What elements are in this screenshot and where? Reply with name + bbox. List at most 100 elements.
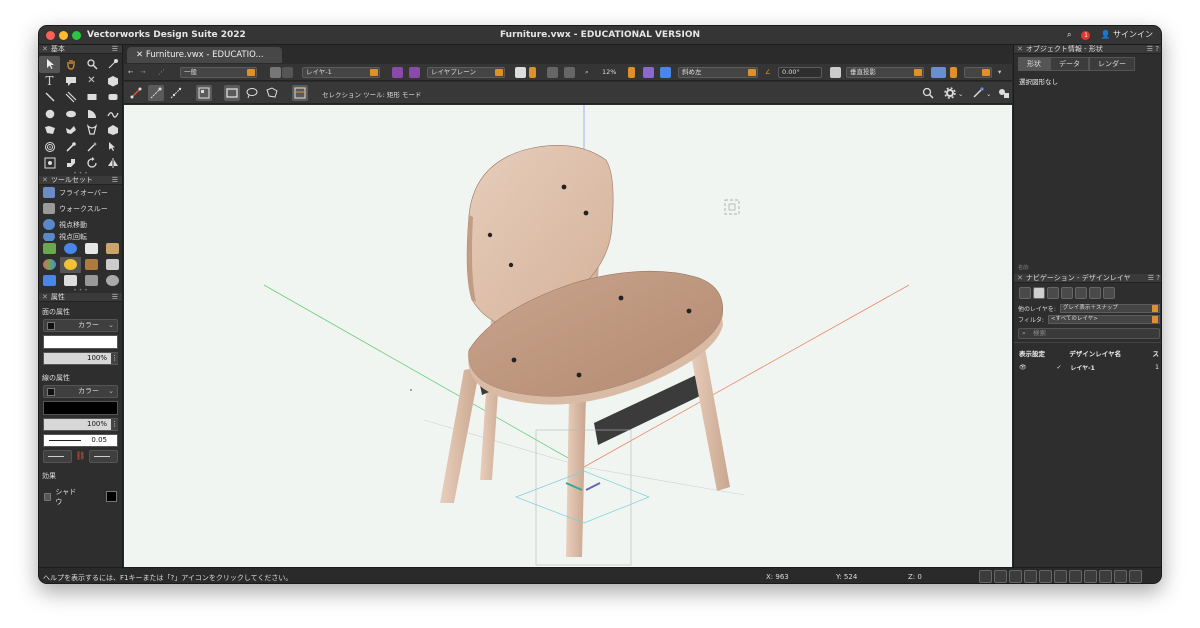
close-icon[interactable]: ✕ bbox=[1017, 45, 1023, 53]
rectangle-marquee-icon[interactable] bbox=[224, 85, 240, 101]
tab-data[interactable]: データ bbox=[1050, 57, 1089, 71]
tab-render[interactable]: レンダー bbox=[1089, 57, 1135, 71]
polygon-tool-icon[interactable] bbox=[39, 122, 60, 139]
close-icon[interactable]: ✕ bbox=[42, 45, 48, 53]
references-view-icon[interactable] bbox=[1089, 287, 1101, 299]
rounded-rectangle-tool-icon[interactable] bbox=[102, 89, 123, 106]
fit-to-page-icon[interactable] bbox=[564, 67, 575, 78]
link-icon[interactable]: ⛓ bbox=[75, 450, 85, 463]
symbols-view-icon[interactable] bbox=[1103, 287, 1115, 299]
palette-menu-icon[interactable]: ☰ bbox=[112, 293, 118, 302]
sheet-layers-view-icon[interactable] bbox=[1047, 287, 1059, 299]
plane-dropdown[interactable]: レイヤプレーン bbox=[427, 67, 505, 78]
working-plane-icon[interactable] bbox=[409, 67, 420, 78]
flyover-item[interactable]: フライオーバー bbox=[39, 185, 122, 201]
class-dropdown[interactable]: 一般 bbox=[180, 67, 257, 78]
snap-working-plane-icon[interactable] bbox=[1069, 570, 1082, 583]
palette-menu-icon[interactable]: ☰ bbox=[112, 45, 118, 54]
projection-dropdown[interactable]: 垂直投影 bbox=[846, 67, 924, 78]
polygon-marquee-icon[interactable] bbox=[264, 85, 280, 101]
snap-tangent-icon[interactable] bbox=[1054, 570, 1067, 583]
close-icon[interactable]: ✕ bbox=[1017, 274, 1023, 282]
mirror-tool-icon[interactable] bbox=[102, 155, 123, 172]
fill-opacity-field[interactable]: 100% bbox=[43, 351, 118, 365]
projection-icon[interactable] bbox=[830, 67, 841, 78]
line-tool-icon[interactable] bbox=[39, 89, 60, 106]
gear-icon[interactable] bbox=[942, 85, 958, 101]
layer-stack-icon[interactable] bbox=[270, 67, 281, 78]
pan-tool-icon[interactable] bbox=[60, 56, 81, 73]
preferences-icon[interactable] bbox=[292, 85, 308, 101]
toolset-tools-icon[interactable] bbox=[39, 273, 60, 289]
drawing-canvas[interactable] bbox=[124, 105, 1012, 567]
oval-tool-icon[interactable] bbox=[60, 106, 81, 123]
notification-icon[interactable]: 1 bbox=[1081, 30, 1091, 40]
polyline-tool-icon[interactable] bbox=[60, 122, 81, 139]
chevron-down-icon[interactable]: ⌄ bbox=[986, 90, 991, 98]
snap-intersection-icon[interactable] bbox=[1024, 570, 1037, 583]
filter-dropdown[interactable]: <すべてのレイヤ> bbox=[1047, 315, 1160, 324]
render-mode-icon[interactable] bbox=[643, 67, 654, 78]
extra-column-header[interactable]: ス bbox=[1153, 348, 1160, 358]
pen-style-dropdown[interactable]: カラー ⌄ bbox=[43, 384, 118, 398]
visibility-icon[interactable] bbox=[931, 67, 946, 78]
freehand-tool-icon[interactable] bbox=[102, 106, 123, 123]
disable-interactive-scaling-icon[interactable] bbox=[128, 85, 144, 101]
zoom-icon[interactable]: ⌕ bbox=[585, 68, 589, 77]
close-icon[interactable]: ✕ bbox=[42, 176, 48, 184]
circle-tool-icon[interactable] bbox=[39, 106, 60, 123]
magic-wand-tool-icon[interactable] bbox=[81, 139, 102, 156]
layer-name-column-header[interactable]: デザインレイヤ名 bbox=[1069, 348, 1152, 358]
pen-color-swatch[interactable] bbox=[43, 400, 118, 415]
eye-icon[interactable]: 👁 bbox=[1019, 364, 1057, 371]
snap-angle-icon[interactable] bbox=[1009, 570, 1022, 583]
end-arrowhead-dropdown[interactable] bbox=[88, 449, 118, 463]
toolset-building-icon[interactable] bbox=[39, 241, 60, 257]
pen-opacity-field[interactable]: 100% bbox=[43, 417, 118, 431]
rotation-field[interactable]: 0.00° bbox=[778, 67, 822, 78]
selection-tool-icon[interactable] bbox=[39, 56, 60, 73]
zoom-menu-icon[interactable] bbox=[628, 67, 635, 78]
toolset-globe-icon[interactable] bbox=[60, 241, 81, 257]
locus-tool-icon[interactable] bbox=[39, 155, 60, 172]
tab-shape[interactable]: 形状 bbox=[1018, 57, 1050, 71]
zoom-level[interactable]: 12% bbox=[602, 68, 616, 76]
dimension-tool-icon[interactable]: ✕ bbox=[81, 73, 102, 90]
search-icon[interactable]: ⌕ bbox=[1067, 30, 1071, 40]
line-weight-field[interactable]: 0.05 bbox=[43, 433, 118, 447]
walkthrough-item[interactable]: ウォークスルー bbox=[39, 201, 122, 217]
flyover-tool-icon[interactable] bbox=[102, 56, 123, 73]
layer-plane-icon[interactable] bbox=[392, 67, 403, 78]
snap-icon[interactable] bbox=[970, 85, 986, 101]
toolset-furniture-icon[interactable] bbox=[81, 257, 102, 273]
back-arrow-icon[interactable]: ← bbox=[128, 68, 133, 76]
forward-arrow-icon[interactable]: → bbox=[140, 68, 145, 76]
toolset-light-icon[interactable] bbox=[60, 256, 81, 273]
multiple-object-scaling-icon[interactable] bbox=[168, 85, 184, 101]
layer-options-icon[interactable] bbox=[282, 67, 293, 78]
palette-menu-icon[interactable]: ☰ ? bbox=[1147, 45, 1159, 54]
toolset-pencil-icon[interactable] bbox=[102, 257, 123, 273]
eyedropper-tool-icon[interactable] bbox=[60, 139, 81, 156]
gear-icon[interactable] bbox=[1129, 570, 1142, 583]
snap-edge-icon[interactable] bbox=[1084, 570, 1097, 583]
grid-icon[interactable] bbox=[660, 67, 671, 78]
toolset-gear-icon[interactable] bbox=[102, 273, 123, 289]
snap-grid-icon[interactable] bbox=[979, 570, 992, 583]
rotate-view-item[interactable]: 視点回転 bbox=[39, 232, 122, 241]
callout-tool-icon[interactable] bbox=[60, 73, 81, 90]
toolset-slab-icon[interactable] bbox=[81, 241, 102, 257]
snap-loci-icon[interactable] bbox=[1099, 570, 1112, 583]
search-tool-icon[interactable] bbox=[920, 85, 936, 101]
layer-dropdown[interactable]: レイヤ-1 bbox=[302, 67, 380, 78]
snap-object-icon[interactable] bbox=[994, 570, 1007, 583]
regular-polygon-tool-icon[interactable] bbox=[102, 122, 123, 139]
shadow-color-swatch[interactable] bbox=[106, 491, 117, 502]
class-icon[interactable]: ⋰ bbox=[158, 68, 165, 76]
arc-tool-icon[interactable] bbox=[81, 106, 102, 123]
fit-to-objects-icon[interactable] bbox=[547, 67, 558, 78]
document-tab[interactable]: ✕ Furniture.vwx - EDUCATIO... bbox=[127, 47, 282, 63]
classes-view-icon[interactable] bbox=[1019, 287, 1031, 299]
table-row[interactable]: 👁 ✓ レイヤ-1 1 bbox=[1014, 361, 1161, 374]
close-icon[interactable]: ✕ bbox=[136, 50, 146, 60]
